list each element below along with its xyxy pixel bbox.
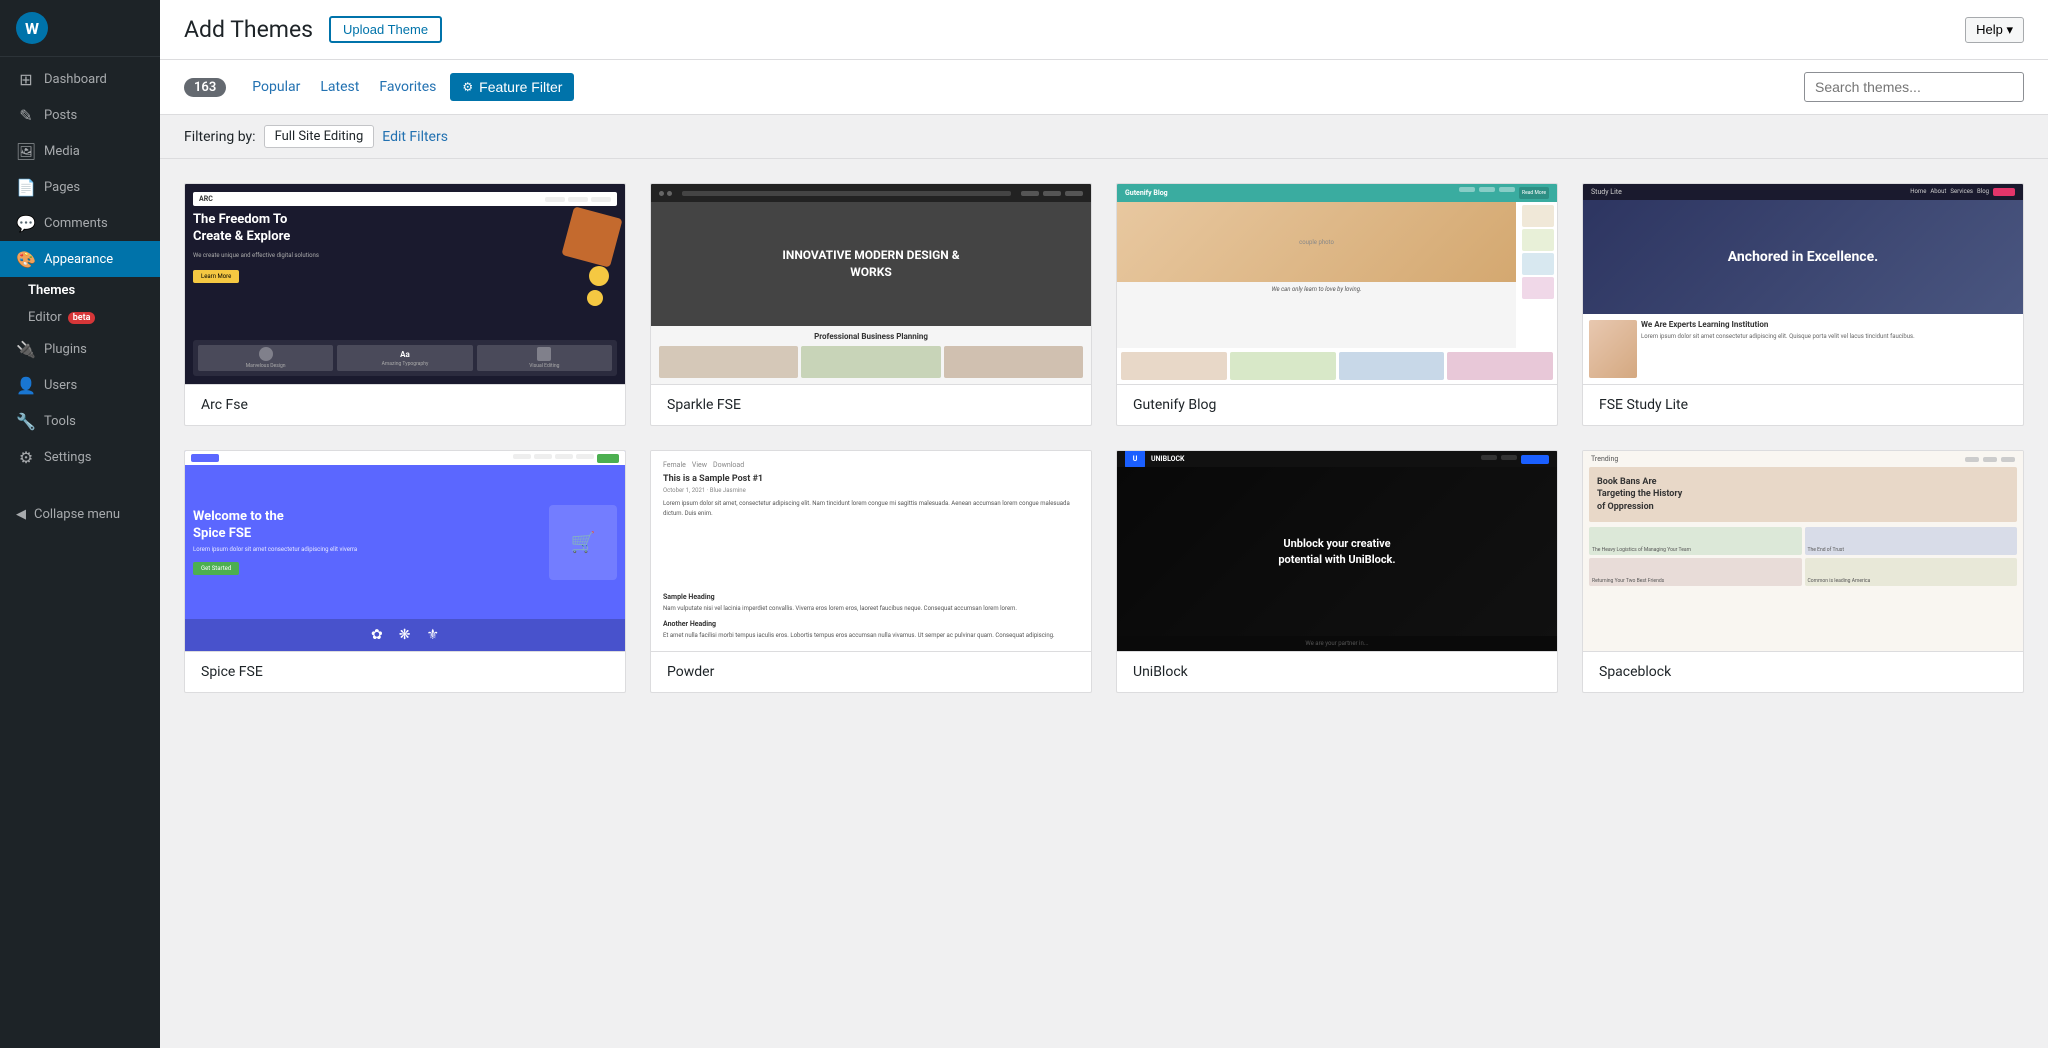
theme-preview-fse-study-lite: Study Lite Home About Services Blog Anch… (1583, 184, 2023, 384)
theme-name: Spaceblock (1583, 651, 2023, 692)
theme-name: Powder (651, 651, 1091, 692)
theme-preview-arc-fse: ARC The Freedom ToCreate & Explore We cr… (185, 184, 625, 384)
theme-card-gutenify-blog[interactable]: Gutenify Blog Read More (1116, 183, 1558, 426)
spice-icon-3: ⚜ (426, 627, 439, 643)
sidebar-item-label: Dashboard (44, 72, 107, 87)
sidebar-item-label: Users (44, 378, 77, 393)
editor-label: Editor (28, 310, 62, 325)
sidebar-item-label: Settings (44, 450, 91, 465)
sidebar-item-pages[interactable]: 📄 Pages (0, 169, 160, 205)
theme-card-spice-fse[interactable]: Welcome to theSpice FSE Lorem ipsum dolo… (184, 450, 626, 693)
spice-icon-1: ✿ (371, 627, 383, 643)
spice-icon-2: ❋ (399, 627, 411, 643)
sidebar-sub-themes[interactable]: Themes (0, 277, 160, 304)
theme-name: Gutenify Blog (1117, 384, 1557, 425)
theme-card-arc-fse[interactable]: ARC The Freedom ToCreate & Explore We cr… (184, 183, 626, 426)
wordpress-icon: W (16, 12, 48, 44)
main-content: Add Themes Upload Theme Help ▾ 163 Popul… (160, 0, 2048, 1048)
filter-tag: Full Site Editing (264, 125, 375, 148)
sidebar-item-appearance[interactable]: 🎨 Appearance (0, 241, 160, 277)
filtering-label: Filtering by: (184, 129, 256, 145)
sidebar-item-posts[interactable]: ✎ Posts (0, 97, 160, 133)
theme-preview-uniblock: U UNIBLOCK Unblock your creativep (1117, 451, 1557, 651)
sidebar-item-label: Media (44, 144, 80, 159)
beta-badge: beta (68, 312, 96, 324)
filter-bar: 163 Popular Latest Favorites ⚙ Feature F… (160, 60, 2048, 115)
sidebar-item-label: Tools (44, 414, 76, 429)
sidebar-item-label: Plugins (44, 342, 87, 357)
appearance-icon: 🎨 (16, 249, 36, 269)
theme-preview-sparkle-fse: INNOVATIVE MODERN DESIGN &WORKS Professi… (651, 184, 1091, 384)
page-title: Add Themes (184, 16, 313, 43)
themes-label: Themes (28, 283, 75, 298)
header-left: Add Themes Upload Theme (184, 16, 442, 43)
edit-filters-link[interactable]: Edit Filters (382, 129, 448, 145)
page-header: Add Themes Upload Theme Help ▾ (160, 0, 2048, 60)
users-icon: 👤 (16, 375, 36, 395)
search-themes-container (1804, 72, 2024, 102)
theme-preview-gutenify-blog: Gutenify Blog Read More (1117, 184, 1557, 384)
plugins-icon: 🔌 (16, 339, 36, 359)
sidebar-sub-editor[interactable]: Editor beta (0, 304, 160, 331)
settings-icon: ⚙ (16, 447, 36, 467)
sidebar-item-tools[interactable]: 🔧 Tools (0, 403, 160, 439)
help-button[interactable]: Help ▾ (1965, 17, 2024, 43)
comments-icon: 💬 (16, 213, 36, 233)
sidebar-item-plugins[interactable]: 🔌 Plugins (0, 331, 160, 367)
collapse-label: Collapse menu (34, 507, 120, 522)
theme-name: Sparkle FSE (651, 384, 1091, 425)
theme-name: FSE Study Lite (1583, 384, 2023, 425)
theme-name: Arc Fse (185, 384, 625, 425)
theme-card-powder[interactable]: Female View Download This is a Sample Po… (650, 450, 1092, 693)
sidebar-item-settings[interactable]: ⚙ Settings (0, 439, 160, 475)
app-layout: W ⊞ Dashboard ✎ Posts 🖼 Media 📄 Pages 💬 (0, 0, 2048, 1048)
filter-latest[interactable]: Latest (310, 73, 369, 101)
media-icon: 🖼 (16, 141, 36, 161)
gear-icon: ⚙ (462, 80, 473, 94)
collapse-icon: ◀ (16, 507, 26, 522)
filtering-by-bar: Filtering by: Full Site Editing Edit Fil… (160, 115, 2048, 158)
theme-count-badge: 163 (184, 78, 226, 97)
filter-favorites[interactable]: Favorites (369, 73, 446, 101)
sidebar-item-label: Appearance (44, 252, 113, 267)
upload-theme-button[interactable]: Upload Theme (329, 16, 442, 43)
theme-card-sparkle-fse[interactable]: INNOVATIVE MODERN DESIGN &WORKS Professi… (650, 183, 1092, 426)
pages-icon: 📄 (16, 177, 36, 197)
sidebar-item-users[interactable]: 👤 Users (0, 367, 160, 403)
sidebar-item-label: Pages (44, 180, 80, 195)
theme-preview-spaceblock: Trending Book Bans AreTargeting the Hist… (1583, 451, 2023, 651)
sidebar-nav: ⊞ Dashboard ✎ Posts 🖼 Media 📄 Pages 💬 Co… (0, 57, 160, 479)
dashboard-icon: ⊞ (16, 69, 36, 89)
feature-filter-button[interactable]: ⚙ Feature Filter (450, 73, 574, 101)
sidebar-item-label: Posts (44, 108, 77, 123)
sidebar-item-media[interactable]: 🖼 Media (0, 133, 160, 169)
search-themes-input[interactable] (1804, 72, 2024, 102)
theme-card-spaceblock[interactable]: Trending Book Bans AreTargeting the Hist… (1582, 450, 2024, 693)
theme-name: UniBlock (1117, 651, 1557, 692)
filter-popular[interactable]: Popular (242, 73, 310, 101)
posts-icon: ✎ (16, 105, 36, 125)
theme-card-fse-study-lite[interactable]: Study Lite Home About Services Blog Anch… (1582, 183, 2024, 426)
theme-preview-spice-fse: Welcome to theSpice FSE Lorem ipsum dolo… (185, 451, 625, 651)
sidebar-logo: W (0, 0, 160, 57)
collapse-menu[interactable]: ◀ Collapse menu (0, 499, 160, 530)
sidebar-item-dashboard[interactable]: ⊞ Dashboard (0, 61, 160, 97)
theme-preview-powder: Female View Download This is a Sample Po… (651, 451, 1091, 651)
tools-icon: 🔧 (16, 411, 36, 431)
theme-name: Spice FSE (185, 651, 625, 692)
sidebar-item-comments[interactable]: 💬 Comments (0, 205, 160, 241)
sidebar-item-label: Comments (44, 216, 108, 231)
theme-card-uniblock[interactable]: U UNIBLOCK Unblock your creativep (1116, 450, 1558, 693)
theme-grid: ARC The Freedom ToCreate & Explore We cr… (160, 159, 2048, 717)
sidebar: W ⊞ Dashboard ✎ Posts 🖼 Media 📄 Pages 💬 (0, 0, 160, 1048)
